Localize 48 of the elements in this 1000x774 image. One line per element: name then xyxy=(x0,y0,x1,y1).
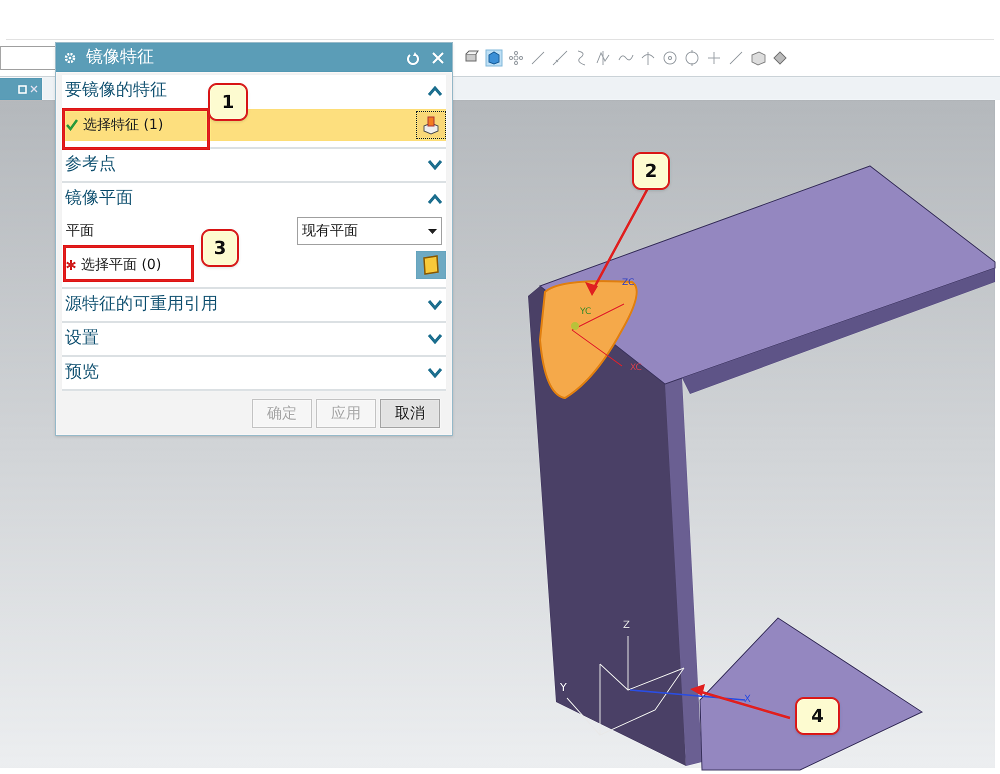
axis-label: Y xyxy=(560,680,567,696)
line-icon[interactable] xyxy=(551,49,569,67)
section-title[interactable]: 参考点 xyxy=(65,152,116,178)
field-label: 平面 xyxy=(66,222,94,240)
section-title[interactable]: 要镜像的特征 xyxy=(65,78,167,104)
axis-label: XC xyxy=(630,362,642,375)
line-icon[interactable] xyxy=(727,49,745,67)
expand-chevron-icon[interactable] xyxy=(427,159,443,171)
circle-icon[interactable] xyxy=(683,49,701,67)
axis-label: X xyxy=(744,693,751,707)
selection-label: 选择特征 (1) xyxy=(83,116,164,134)
restore-icon[interactable] xyxy=(18,84,27,94)
expand-chevron-icon[interactable] xyxy=(427,299,443,311)
collapse-chevron-icon[interactable] xyxy=(427,85,443,97)
shaded-cube-icon[interactable] xyxy=(485,49,503,67)
expand-chevron-icon[interactable] xyxy=(427,333,443,345)
collapse-chevron-icon[interactable] xyxy=(427,193,443,205)
circle-icon[interactable] xyxy=(661,49,679,67)
callout-number: 3 xyxy=(201,229,239,267)
line-icon[interactable] xyxy=(529,49,547,67)
dialog-title: 镜像特征 xyxy=(86,46,155,69)
feature-cube-icon xyxy=(421,115,441,135)
plane-type-dropdown[interactable]: 现有平面 xyxy=(297,217,442,245)
selection-tool-button[interactable] xyxy=(416,111,446,139)
solid-icon[interactable] xyxy=(749,49,767,67)
axis-label: ZC xyxy=(622,277,634,290)
dropdown-field[interactable] xyxy=(0,46,56,70)
close-icon[interactable] xyxy=(30,85,38,93)
reset-icon[interactable] xyxy=(406,50,420,64)
axis-label: Z xyxy=(623,619,630,633)
selection-label: 选择平面 (0) xyxy=(81,256,162,274)
section-title[interactable]: 预览 xyxy=(65,360,99,386)
gear-icon[interactable] xyxy=(64,52,76,64)
selection-row[interactable]: 选择特征 (1) xyxy=(62,109,446,141)
diamond-icon[interactable] xyxy=(771,49,789,67)
document-tab[interactable] xyxy=(0,78,42,100)
dialog-button[interactable]: 取消 xyxy=(380,398,440,428)
callout-number: 4 xyxy=(795,697,840,735)
callout-number: 1 xyxy=(208,83,248,121)
plus-icon[interactable] xyxy=(705,49,723,67)
callout-number: 2 xyxy=(632,152,670,190)
section-title[interactable]: 设置 xyxy=(65,326,99,352)
axis-label: YC xyxy=(580,306,592,319)
dropdown-caret-icon xyxy=(428,228,437,234)
plane-face-icon xyxy=(421,255,441,275)
section-title[interactable]: 镜像平面 xyxy=(65,186,133,212)
expand-chevron-icon[interactable] xyxy=(427,367,443,379)
arc-icon[interactable] xyxy=(639,49,657,67)
